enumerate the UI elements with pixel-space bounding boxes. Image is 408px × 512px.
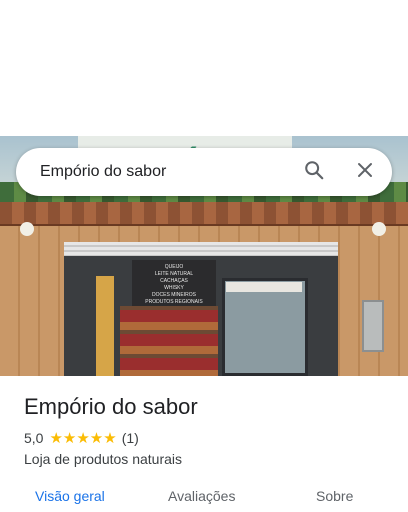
menu-board-line: WHISKY — [164, 285, 184, 291]
menu-board-line: PRODUTOS REGIONAIS — [145, 299, 203, 305]
search-button[interactable] — [298, 156, 330, 188]
review-count[interactable]: (1) — [122, 430, 139, 446]
map-blank-area — [0, 0, 408, 136]
search-input[interactable]: Empório do sabor — [40, 148, 166, 196]
tab-overview[interactable]: Visão geral — [35, 488, 105, 504]
photo-roof — [0, 202, 408, 227]
tab-about[interactable]: Sobre — [316, 488, 353, 504]
menu-board-line: QUEIJO — [164, 264, 184, 270]
photo-shelf — [120, 306, 218, 376]
tab-reviews[interactable]: Avaliações — [168, 488, 235, 504]
menu-board-line: LEITE NATURAL — [154, 271, 194, 277]
close-icon — [356, 161, 374, 184]
photo-menu-board: QUEIJO LEITE NATURAL CACHAÇAS WHISKY DOC… — [132, 260, 216, 310]
photo-lamp-right — [372, 222, 386, 236]
close-button[interactable] — [349, 156, 381, 188]
rating-stars: ★★★★★ — [49, 430, 117, 447]
photo-shutter — [64, 242, 338, 256]
menu-board-line: DOCES MINEIROS — [152, 292, 196, 298]
photo-fridge — [222, 278, 308, 376]
rating-row[interactable]: 5,0 ★★★★★ (1) — [24, 429, 139, 447]
place-tabs: Visão geral Avaliações Sobre — [0, 484, 408, 512]
rating-value: 5,0 — [24, 430, 44, 446]
photo-lamp-left — [20, 222, 34, 236]
place-info-panel: Empório do sabor 5,0 ★★★★★ (1) Loja de p… — [0, 376, 408, 512]
place-name: Empório do sabor — [24, 394, 198, 419]
menu-board-line: CACHAÇAS — [160, 278, 188, 284]
photo-door — [96, 276, 114, 376]
search-bar[interactable]: Empório do sabor — [16, 148, 392, 196]
photo-fridge-sign — [226, 282, 302, 292]
photo-meter — [362, 300, 384, 352]
place-category[interactable]: Loja de produtos naturais — [24, 451, 182, 467]
search-icon — [303, 159, 325, 186]
